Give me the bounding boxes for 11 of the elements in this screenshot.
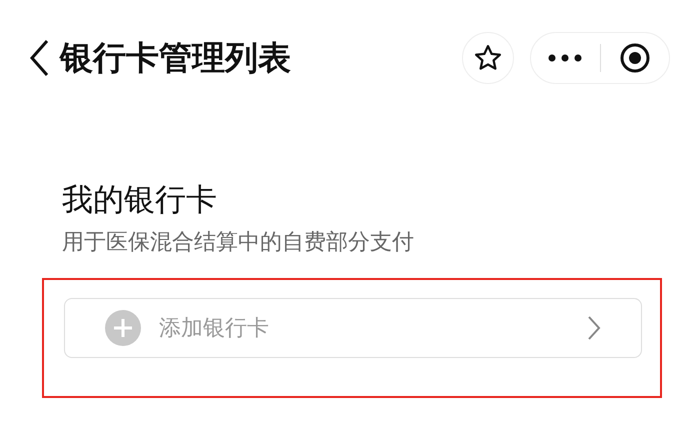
favorite-button[interactable] (462, 32, 514, 84)
page-title: 银行卡管理列表 (60, 36, 292, 78)
plus-icon (105, 310, 141, 346)
back-icon[interactable] (28, 38, 50, 78)
add-card-button[interactable]: 添加银行卡 (64, 298, 642, 358)
section-subtitle: 用于医保混合结算中的自费部分支付 (62, 229, 415, 257)
more-icon (548, 54, 582, 62)
target-icon (618, 42, 651, 74)
section-title: 我的银行卡 (62, 181, 218, 220)
star-icon (473, 43, 503, 73)
chevron-right-icon (587, 315, 601, 341)
